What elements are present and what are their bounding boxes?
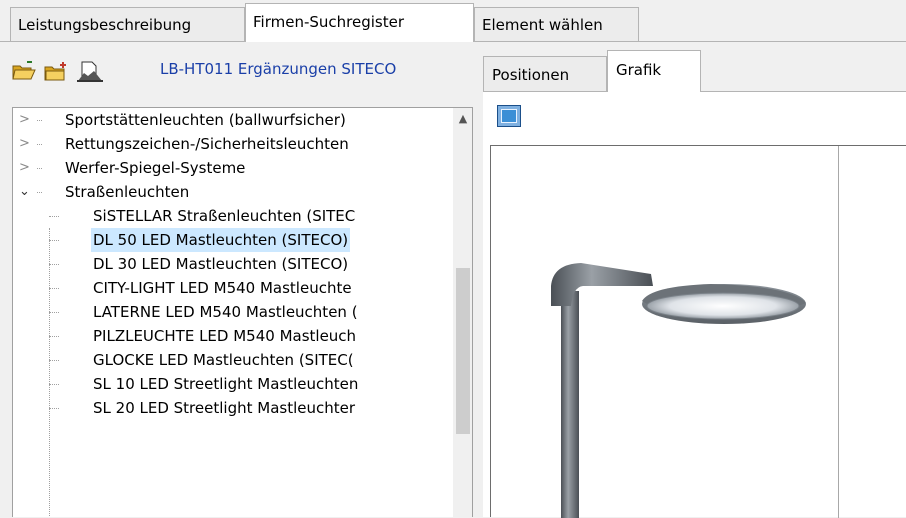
new-folder-icon[interactable] [44,61,66,81]
tree-item-label: SL 20 LED Streetlight Mastleuchter [93,399,356,417]
tree-dot [49,216,59,217]
street-lamp-image [551,263,806,518]
tab-leistungsbeschreibung[interactable]: Leistungsbeschreibung [10,7,245,41]
tree-item-label: Sportstättenleuchten (ballwurfsicher) [65,111,346,129]
tree-item-strassenleuchten[interactable]: ⌄ Straßenleuchten [13,180,453,204]
tree-dot [49,312,59,313]
graphic-canvas [490,145,906,518]
tree-item-sportstaettenleuchten[interactable]: > Sportstättenleuchten (ballwurfsicher) [13,108,453,132]
tree-item-label: DL 30 LED Mastleuchten (SITECO) [93,255,349,273]
chevron-down-icon[interactable]: ⌄ [19,180,31,204]
tree-item-werfer-spiegel[interactable]: > Werfer-Spiegel-Systeme [13,156,453,180]
tree-item-label: Werfer-Spiegel-Systeme [65,159,246,177]
tree-item-glocke[interactable]: GLOCKE LED Mastleuchten (SITEC( [13,348,453,372]
chevron-right-icon[interactable]: > [19,156,31,180]
tab-positionen[interactable]: Positionen [483,56,607,92]
tree-item-label: CITY-LIGHT LED M540 Mastleuchte [93,279,352,297]
tree-dot [49,264,59,265]
tree-dot [49,360,59,361]
tree-dot [37,192,42,193]
tree-scrollbar[interactable]: ▲ [453,108,472,517]
tree-item-label: SiSTELLAR Straßenleuchten (SITEC [93,207,356,225]
category-tree: > Sportstättenleuchten (ballwurfsicher) … [12,107,473,517]
chevron-right-icon[interactable]: > [19,108,31,132]
tree-item-pilzleuchte[interactable]: PILZLEUCHTE LED M540 Mastleuch [13,324,453,348]
top-tab-bar: Leistungsbeschreibung Firmen-Suchregiste… [0,0,906,42]
tree-item-sl10[interactable]: SL 10 LED Streetlight Mastleuchten [13,372,453,396]
tree-item-label: Rettungszeichen-/Sicherheitsleuchten [65,135,349,153]
tree-dot [37,144,42,145]
tree-item-label: PILZLEUCHTE LED M540 Mastleuch [93,327,357,345]
tree-item-label: DL 50 LED Mastleuchten (SITECO) [91,228,351,252]
lb-title-link[interactable]: LB-HT011 Ergänzungen SITECO [160,60,396,78]
tree-item-sistellar[interactable]: SiSTELLAR Straßenleuchten (SITEC [13,204,453,228]
tree-item-label: LATERNE LED M540 Mastleuchten ( [93,303,358,321]
tree-item-laterne[interactable]: LATERNE LED M540 Mastleuchten ( [13,300,453,324]
tree-item-city-light[interactable]: CITY-LIGHT LED M540 Mastleuchte [13,276,453,300]
tree-dot [37,168,42,169]
scrollbar-thumb[interactable] [456,268,470,434]
tree-dot [49,336,59,337]
scroll-up-icon[interactable]: ▲ [456,112,470,126]
tab-element-waehlen[interactable]: Element wählen [474,7,639,41]
tree-dot [37,120,42,121]
tree-item-label: GLOCKE LED Mastleuchten (SITEC( [93,351,354,369]
open-folder-icon[interactable] [12,61,36,81]
tree-item-sl20[interactable]: SL 20 LED Streetlight Mastleuchter [13,396,453,420]
chevron-right-icon[interactable]: > [19,132,31,156]
canvas-divider [838,146,839,518]
tree-dot [49,288,59,289]
image-view-icon-inner [501,109,517,123]
tree-dot [49,240,59,241]
tree-dot [49,408,59,409]
tree-dot [49,384,59,385]
image-view-icon[interactable] [497,105,521,127]
tree-item-rettungszeichen[interactable]: > Rettungszeichen-/Sicherheitsleuchten [13,132,453,156]
tab-firmen-suchregister[interactable]: Firmen-Suchregister [245,3,474,42]
tree-item-dl50[interactable]: DL 50 LED Mastleuchten (SITECO) [13,228,453,252]
tree-item-label: Straßenleuchten [65,183,190,201]
pdf-doc-icon[interactable] [76,61,103,82]
right-tab-bar: Positionen Grafik [474,42,906,92]
tree-item-label: SL 10 LED Streetlight Mastleuchten [93,375,359,393]
tree-item-dl30[interactable]: DL 30 LED Mastleuchten (SITECO) [13,252,453,276]
tab-grafik[interactable]: Grafik [607,50,701,92]
